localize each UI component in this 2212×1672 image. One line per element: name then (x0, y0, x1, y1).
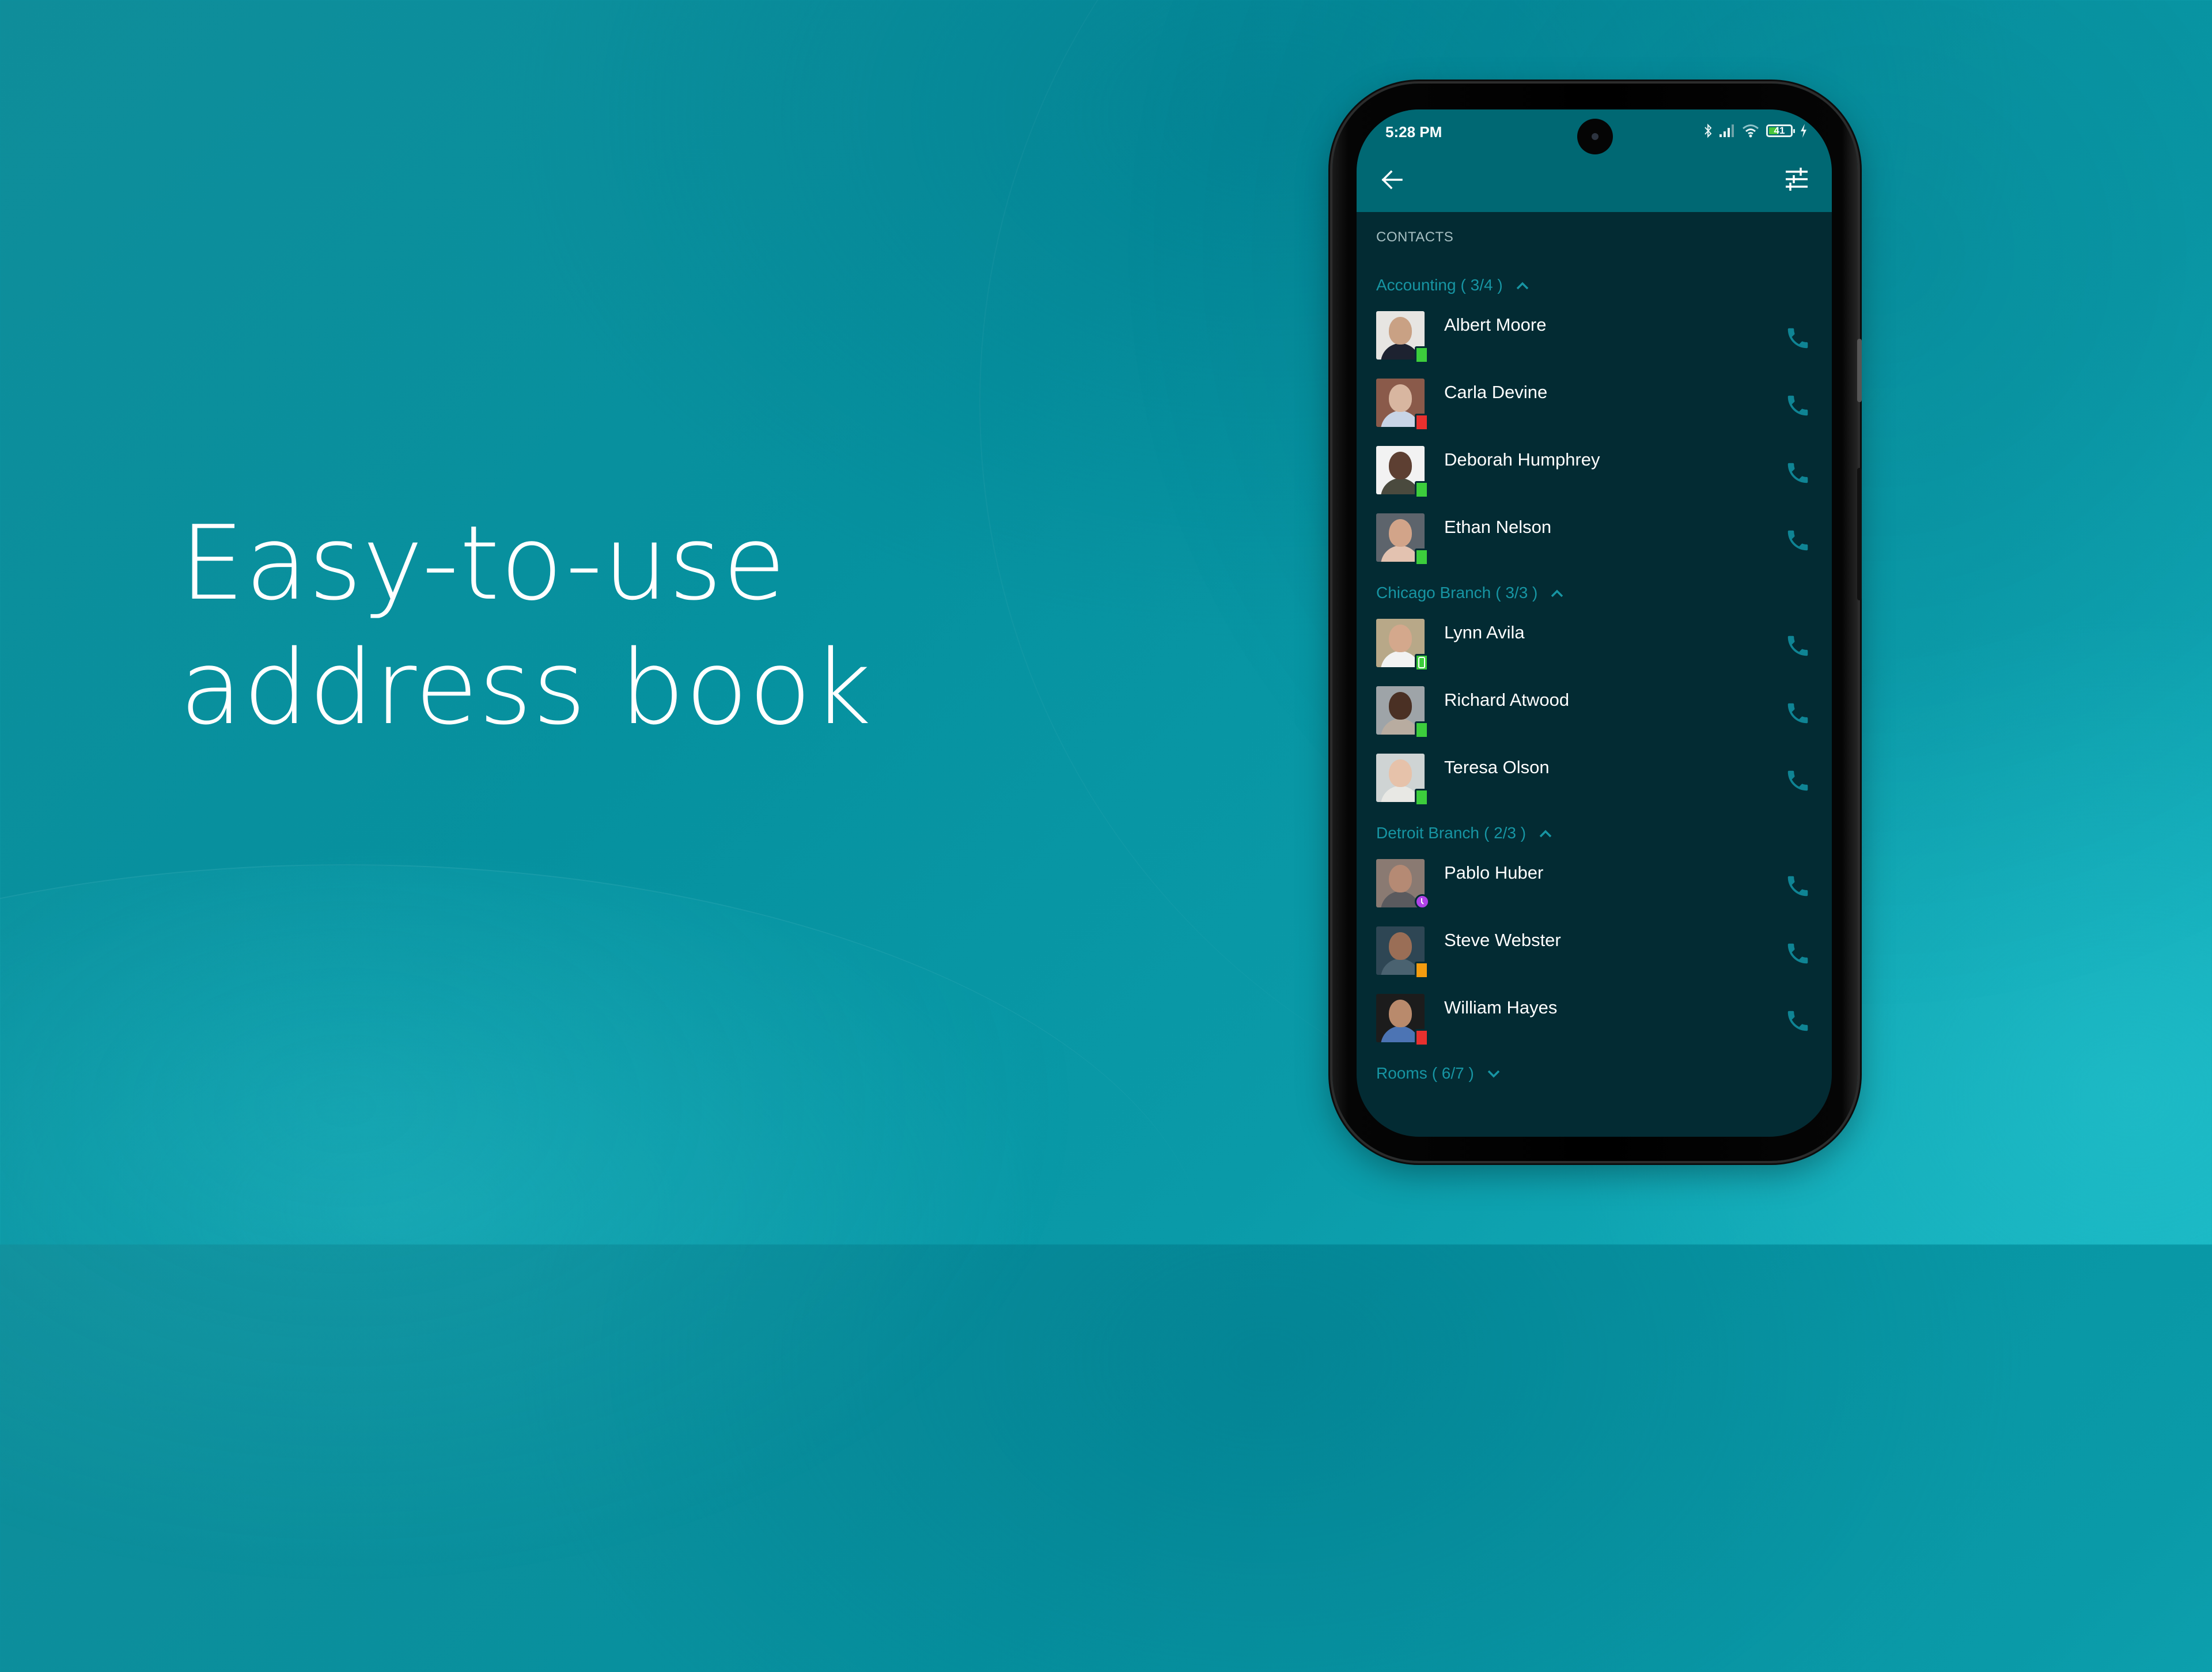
group-header-chicago-branch[interactable]: Chicago Branch ( 3/3 ) (1376, 578, 1832, 607)
front-camera (1577, 119, 1613, 154)
contact-name: Carla Devine (1444, 382, 1548, 402)
contact-name: Ethan Nelson (1444, 517, 1552, 537)
volume-button (1857, 339, 1862, 402)
call-button[interactable] (1785, 633, 1811, 659)
contact-row[interactable]: Carla Devine (1357, 372, 1832, 439)
presence-available (1415, 789, 1429, 806)
battery-icon: 41 (1766, 124, 1795, 137)
contact-group: Accounting ( 3/4 ) Albert Moore Carla De… (1357, 271, 1832, 574)
sliders-icon (1786, 168, 1808, 191)
contact-row[interactable]: Deborah Humphrey (1357, 439, 1832, 506)
call-button[interactable] (1785, 1008, 1811, 1034)
group-count: ( 2/3 ) (1483, 824, 1527, 842)
chevron-down-icon (1487, 1070, 1500, 1078)
power-button (1857, 468, 1862, 600)
arrow-left-icon (1381, 170, 1403, 190)
marketing-headline: Easy-to-use address book (180, 501, 872, 750)
status-time: 5:28 PM (1385, 123, 1442, 141)
contact-name: Albert Moore (1444, 315, 1547, 335)
status-icons: 41 (1704, 122, 1808, 139)
call-button[interactable] (1785, 325, 1811, 351)
call-button[interactable] (1785, 767, 1811, 794)
phone-icon (1787, 1011, 1808, 1031)
contact-name: William Hayes (1444, 997, 1558, 1017)
contact-list: Accounting ( 3/4 ) Albert Moore Carla De… (1357, 271, 1832, 1092)
presence-away (1415, 962, 1429, 979)
call-button[interactable] (1785, 700, 1811, 727)
contact-name: Teresa Olson (1444, 757, 1550, 777)
phone-icon (1787, 463, 1808, 483)
phone-icon (1787, 395, 1808, 416)
clock-icon (1421, 898, 1424, 905)
back-button[interactable] (1380, 167, 1405, 192)
phone-icon (1787, 770, 1808, 791)
group-name: Chicago Branch (1376, 584, 1491, 602)
presence-busy (1415, 414, 1429, 431)
chevron-up-icon (1516, 282, 1528, 290)
bluetooth-icon (1705, 123, 1712, 138)
presence-scheduled (1415, 894, 1430, 909)
presence-available (1415, 346, 1429, 364)
charging-icon (1801, 124, 1806, 138)
chevron-up-icon (1539, 830, 1552, 838)
contact-row[interactable]: Lynn Avila (1357, 612, 1832, 679)
presence-available (1415, 721, 1429, 739)
contact-row[interactable]: Pablo Huber (1357, 852, 1832, 920)
group-count: ( 3/4 ) (1460, 276, 1503, 294)
phone-icon (1787, 703, 1808, 724)
contact-name: Deborah Humphrey (1444, 449, 1600, 470)
phone-icon (1787, 943, 1808, 964)
contact-group: Detroit Branch ( 2/3 ) Pablo Huber Steve… (1357, 819, 1832, 1054)
contact-name: Lynn Avila (1444, 622, 1525, 642)
contact-row[interactable]: Ethan Nelson (1357, 506, 1832, 574)
headline-line-1: Easy-to-use (180, 504, 787, 623)
phone-icon (1787, 635, 1808, 656)
app-bar: 5:28 PM 41 (1357, 109, 1832, 212)
phone-icon (1787, 876, 1808, 896)
filter-button[interactable] (1783, 166, 1810, 192)
headline-line-2: address book (180, 628, 872, 747)
group-header-rooms[interactable]: Rooms ( 6/7 ) (1376, 1059, 1832, 1088)
group-contacts: Albert Moore Carla Devine Deborah Humphr… (1357, 304, 1832, 574)
call-button[interactable] (1785, 460, 1811, 486)
contact-row[interactable]: William Hayes (1357, 987, 1832, 1054)
contact-group: Rooms ( 6/7 ) (1357, 1059, 1832, 1088)
phone-icon (1787, 530, 1808, 551)
contact-name: Steve Webster (1444, 930, 1561, 950)
presence-available (1415, 481, 1429, 498)
presence-available (1415, 548, 1429, 566)
group-name: Detroit Branch (1376, 824, 1479, 842)
group-header-detroit-branch[interactable]: Detroit Branch ( 2/3 ) (1376, 819, 1832, 848)
chevron-up-icon (1551, 589, 1563, 597)
phone-screen: 5:28 PM 41 CONTACTS Accounting (3/4) A… (1357, 109, 1832, 1137)
group-name: Accounting (1376, 276, 1456, 294)
call-button[interactable] (1785, 392, 1811, 419)
contact-group: Chicago Branch ( 3/3 ) Lynn Avila Richar… (1357, 578, 1832, 814)
mobile-icon (1418, 657, 1425, 668)
contact-row[interactable]: Richard Atwood (1357, 679, 1832, 747)
presence-busy (1415, 1029, 1429, 1046)
group-contacts: Lynn Avila Richard Atwood Teresa Olson (1357, 612, 1832, 814)
group-count: ( 3/3 ) (1495, 584, 1538, 602)
contact-name: Richard Atwood (1444, 690, 1570, 710)
group-header-accounting[interactable]: Accounting ( 3/4 ) (1376, 271, 1832, 300)
contact-row[interactable]: Albert Moore (1357, 304, 1832, 372)
contact-row[interactable]: Steve Webster (1357, 920, 1832, 987)
battery-level: 41 (1774, 125, 1785, 136)
presence-available (1415, 654, 1429, 671)
group-count: ( 6/7 ) (1431, 1064, 1474, 1082)
contact-row[interactable]: Teresa Olson (1357, 747, 1832, 814)
group-name: Rooms (1376, 1064, 1427, 1082)
group-contacts: Pablo Huber Steve Webster William Hayes (1357, 852, 1832, 1054)
call-button[interactable] (1785, 873, 1811, 899)
call-button[interactable] (1785, 527, 1811, 554)
contacts-section-title: CONTACTS (1376, 229, 1454, 245)
wifi-icon (1743, 124, 1759, 138)
signal-icon (1719, 124, 1734, 137)
contact-name: Pablo Huber (1444, 863, 1544, 883)
background-swoosh (0, 864, 1210, 1672)
call-button[interactable] (1785, 940, 1811, 967)
phone-icon (1787, 328, 1808, 349)
